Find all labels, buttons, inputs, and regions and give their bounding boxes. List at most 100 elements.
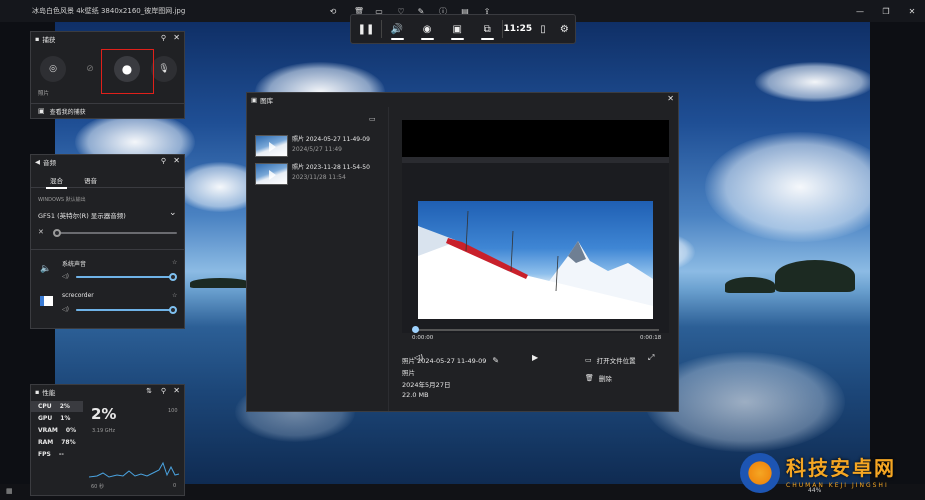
- watermark: 科技安卓网 CHUMAN KEJI JINGSHI: [740, 450, 920, 495]
- gallery-item[interactable]: 照片 2024-05-27 11-49-09 2024/5/27 11:49: [255, 135, 385, 157]
- gallery-item-date: 2023/11/28 11:54: [292, 174, 346, 181]
- video-progress-bar[interactable]: [412, 326, 659, 333]
- play-icon[interactable]: ▶: [532, 353, 538, 362]
- fullscreen-icon[interactable]: ⤢: [648, 353, 654, 363]
- metric-cpu[interactable]: CPU 2%: [31, 401, 83, 412]
- close-icon[interactable]: ✕: [667, 94, 674, 103]
- detail-date: 2024年5月27日: [402, 381, 451, 389]
- cpu-usage-graph: [89, 461, 180, 478]
- gallery-icon: ▣: [38, 107, 45, 115]
- pin-icon[interactable]: ⚲: [161, 157, 166, 165]
- system-sounds-slider[interactable]: [76, 273, 177, 281]
- capture-title: 捕获: [42, 36, 56, 44]
- perf-min: 0: [173, 483, 177, 489]
- volume-icon[interactable]: ◁): [62, 306, 69, 313]
- volume-icon[interactable]: ◁): [62, 273, 69, 280]
- gallery-icon[interactable]: ⧉: [472, 14, 502, 44]
- folder-icon: ▭: [585, 356, 592, 364]
- trash-icon: 🗑: [585, 374, 594, 382]
- screcorder-slider[interactable]: [76, 306, 177, 314]
- video-player[interactable]: 0:00:00 0:00:18 ◁) ▶ ⤢: [402, 120, 669, 362]
- output-device[interactable]: GF51 (英特尔(R) 显示器音频): [38, 210, 126, 220]
- record-highlight-box: [101, 49, 154, 94]
- slider-knob[interactable]: [53, 229, 61, 237]
- open-location-button[interactable]: ▭ 打开文件位置: [585, 355, 636, 365]
- metric-gpu[interactable]: GPU 1%: [31, 413, 83, 424]
- video-thumbnail: [255, 135, 288, 157]
- video-current-time: 0:00:00: [412, 335, 434, 341]
- gallery-icon: ▣: [251, 96, 258, 104]
- pin-icon[interactable]: ⚲: [161, 34, 166, 42]
- video-thumbnail: [255, 163, 288, 185]
- audio-header: ◀ 音频 ⚲ ✕: [31, 155, 184, 169]
- viewer-menu-icon[interactable]: ▦: [6, 487, 13, 495]
- pin-icon[interactable]: ⚲: [161, 387, 166, 395]
- folder-icon[interactable]: ▭: [369, 115, 376, 123]
- record-last-button[interactable]: ⊘: [77, 56, 103, 82]
- close-icon[interactable]: ✕: [173, 33, 180, 42]
- pin-icon[interactable]: ☆: [172, 292, 177, 299]
- progress-knob[interactable]: [412, 326, 419, 333]
- gallery-item-name: 照片 2023-11-28 11-54-50: [292, 164, 370, 171]
- audio-tabs: 混合 语音: [31, 172, 184, 189]
- app-name-system: 系统声音: [62, 261, 87, 268]
- perf-window: 60 秒: [91, 484, 104, 490]
- watermark-logo: [740, 453, 780, 493]
- metric-vram[interactable]: VRAM 0%: [31, 425, 83, 436]
- volume-icon[interactable]: 🔊: [382, 14, 412, 44]
- screcorder-app-icon: [40, 296, 53, 306]
- detail-type: 照片: [402, 369, 415, 377]
- delete-button[interactable]: 🗑 删除: [585, 373, 612, 383]
- screenshot-button[interactable]: ◎: [40, 56, 66, 82]
- delete-label: 删除: [598, 375, 612, 383]
- monitor-icon[interactable]: ▣: [442, 14, 472, 44]
- rotate-icon[interactable]: ⟲: [326, 4, 340, 18]
- slider-knob[interactable]: [169, 306, 177, 314]
- slider-knob[interactable]: [169, 273, 177, 281]
- see-captures-link[interactable]: ▣ 查看我的捕获: [31, 103, 184, 118]
- chevron-down-icon[interactable]: ⌄: [169, 208, 177, 218]
- gallery-title: 图库: [260, 97, 274, 105]
- camera-icon[interactable]: ◉: [412, 14, 442, 44]
- rename-icon[interactable]: ✎: [492, 356, 499, 365]
- audio-widget: ◀ 音频 ⚲ ✕ 混合 语音 WINDOWS 默认输出 GF51 (英特尔(R)…: [30, 154, 185, 329]
- restore-icon[interactable]: ❐: [873, 0, 899, 22]
- open-location-label: 打开文件位置: [596, 357, 636, 365]
- gear-icon[interactable]: ⚙: [554, 14, 575, 44]
- controller-icon[interactable]: ▯: [532, 14, 553, 44]
- detail-name-row: 照片 2024-05-27 11-49-09 ✎: [402, 355, 499, 366]
- speaker-icon: ◀: [35, 158, 40, 166]
- options-icon[interactable]: ⇅: [146, 387, 152, 395]
- video-frame: [418, 201, 653, 319]
- capture-icon: ▪: [35, 35, 40, 43]
- game-bar: ❚❚ 🔊 ◉ ▣ ⧉ 11:25 ▯ ⚙: [350, 14, 576, 44]
- capture-header: ▪ 捕获 ⚲ ✕: [31, 32, 184, 46]
- gallery-item-name: 照片 2024-05-27 11-49-09: [292, 136, 370, 143]
- see-captures-label: 查看我的捕获: [49, 108, 86, 116]
- close-icon[interactable]: ✕: [173, 156, 180, 165]
- perf-max: 100: [168, 408, 178, 414]
- mic-off-icon: 🎙: [158, 64, 170, 74]
- watermark-subtext: CHUMAN KEJI JINGSHI: [786, 482, 889, 489]
- mute-icon[interactable]: ✕: [38, 228, 44, 236]
- screenshot-label: 照片: [38, 91, 50, 97]
- capture-widget: ▪ 捕获 ⚲ ✕ ◎ ⊘ ● 🎙 照片 ▣ 查看我的捕获: [30, 31, 185, 119]
- mic-button[interactable]: 🎙: [151, 56, 177, 82]
- gallery-item[interactable]: 照片 2023-11-28 11-54-50 2023/11/28 11:54: [255, 163, 385, 185]
- pin-icon[interactable]: ☆: [172, 259, 177, 266]
- default-output-label: WINDOWS 默认输出: [38, 197, 86, 203]
- minimize-icon[interactable]: —: [847, 0, 873, 22]
- close-icon[interactable]: ✕: [899, 0, 925, 22]
- perf-icon: ▪: [35, 388, 40, 396]
- master-volume-slider[interactable]: [53, 229, 177, 237]
- metric-ram[interactable]: RAM 78%: [31, 437, 83, 448]
- metric-fps[interactable]: FPS --: [31, 449, 83, 460]
- tab-voice[interactable]: 语音: [84, 175, 97, 185]
- perf-frequency: 3.19 GHz: [92, 428, 115, 434]
- tab-mix[interactable]: 混合: [46, 175, 67, 189]
- gallery-list: ▭ 照片 2024-05-27 11-49-09 2024/5/27 11:49 …: [247, 107, 389, 411]
- close-icon[interactable]: ✕: [173, 386, 180, 395]
- widgets-icon[interactable]: ❚❚: [351, 14, 381, 44]
- record-last-icon: ⊘: [86, 64, 94, 74]
- perf-big-value: 2%: [91, 405, 117, 423]
